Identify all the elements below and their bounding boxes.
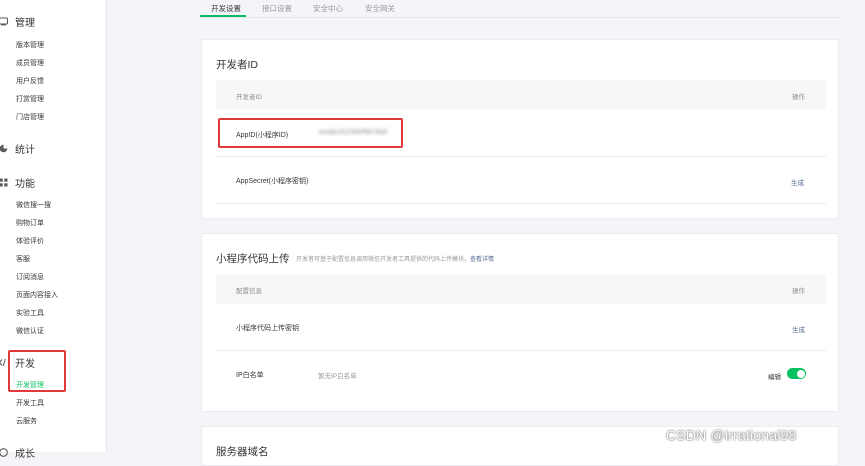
sidebar-group-label: 成长 bbox=[15, 449, 35, 460]
sidebar-item-wechat-verify[interactable]: 微信认证 bbox=[16, 327, 44, 336]
chart-pie-icon bbox=[0, 144, 8, 153]
manage-icon bbox=[0, 17, 8, 26]
tab-dev-settings[interactable]: 开发设置 bbox=[211, 3, 241, 14]
sidebar-group-label: 统计 bbox=[15, 145, 35, 156]
card-description: 开发者可基于配置信息调用微信开发者工具提供的代码上传模块。查看详情 bbox=[296, 254, 494, 263]
sidebar-item-subscribe-msg[interactable]: 订阅消息 bbox=[16, 273, 44, 282]
table-row-upload-key: 小程序代码上传密钥 生成 bbox=[216, 304, 826, 351]
ip-whitelist-toggle[interactable] bbox=[787, 368, 806, 379]
sidebar-item-reward[interactable]: 打赏管理 bbox=[16, 95, 44, 104]
sidebar-item-feedback[interactable]: 用户反馈 bbox=[16, 77, 44, 86]
ip-whitelist-value: 暂无IP白名单 bbox=[318, 373, 357, 380]
appsecret-label: AppSecret(小程序密钥) bbox=[236, 178, 309, 185]
grid-icon bbox=[0, 178, 8, 187]
upload-key-label: 小程序代码上传密钥 bbox=[236, 325, 299, 332]
view-details-link[interactable]: 查看详情 bbox=[470, 257, 494, 263]
sidebar-item-customer-service[interactable]: 客服 bbox=[16, 255, 30, 264]
table-row-appsecret: AppSecret(小程序密钥) 生成 bbox=[216, 157, 826, 204]
edit-ip-link[interactable]: 编辑 bbox=[768, 371, 781, 381]
highlight-box-appid bbox=[218, 118, 403, 148]
sidebar: 管理 版本管理 成员管理 用户反馈 打赏管理 门店管理 统计 功能 微信搜一搜 … bbox=[0, 0, 107, 460]
sidebar-item-orders[interactable]: 购物订单 bbox=[16, 219, 44, 228]
tab-interface-settings[interactable]: 接口设置 bbox=[262, 3, 292, 14]
sidebar-group-growth[interactable]: 成长 bbox=[0, 445, 35, 460]
tab-security-gateway[interactable]: 安全网关 bbox=[365, 3, 395, 14]
column-header: 操作 bbox=[792, 288, 805, 295]
growth-icon bbox=[0, 448, 8, 457]
sidebar-item-dev-tools[interactable]: 开发工具 bbox=[16, 399, 44, 408]
card-title: 开发者ID bbox=[216, 59, 258, 71]
column-header: 操作 bbox=[792, 94, 805, 101]
column-header: 开发者ID bbox=[236, 94, 262, 101]
sidebar-item-members[interactable]: 成员管理 bbox=[16, 59, 44, 68]
sidebar-item-wechat-search[interactable]: 微信搜一搜 bbox=[16, 201, 51, 210]
sidebar-item-version[interactable]: 版本管理 bbox=[16, 41, 44, 50]
generate-key-link[interactable]: 生成 bbox=[792, 324, 805, 334]
table-header: 开发者ID 操作 bbox=[216, 80, 826, 110]
highlight-box-develop bbox=[8, 350, 66, 392]
sidebar-item-experiment-tools[interactable]: 实验工具 bbox=[16, 309, 44, 318]
card-title: 小程序代码上传 bbox=[216, 253, 290, 265]
table-row-ip-whitelist: IP白名单 暂无IP白名单 编辑 bbox=[216, 351, 826, 399]
watermark-text: CSDN @irrational98 bbox=[666, 427, 797, 443]
tab-bar: 开发设置 接口设置 安全中心 安全网关 bbox=[200, 0, 840, 18]
sidebar-item-page-content[interactable]: 页面内容接入 bbox=[16, 291, 58, 300]
active-tab-indicator bbox=[200, 15, 246, 17]
code-upload-card: 小程序代码上传 开发者可基于配置信息调用微信开发者工具提供的代码上传模块。查看详… bbox=[201, 233, 839, 412]
toggle-knob bbox=[796, 369, 805, 378]
sidebar-item-store[interactable]: 门店管理 bbox=[16, 113, 44, 122]
generate-secret-link[interactable]: 生成 bbox=[791, 177, 804, 187]
ip-whitelist-label: IP白名单 bbox=[236, 372, 264, 379]
sidebar-group-manage[interactable]: 管理 bbox=[0, 14, 35, 29]
sidebar-group-stats[interactable]: 统计 bbox=[0, 141, 35, 156]
table-header: 配置信息 操作 bbox=[216, 274, 826, 304]
sidebar-group-label: 功能 bbox=[15, 179, 35, 190]
code-icon bbox=[0, 358, 8, 367]
sidebar-item-rating[interactable]: 体验评价 bbox=[16, 237, 44, 246]
description-text: 开发者可基于配置信息调用微信开发者工具提供的代码上传模块。 bbox=[296, 257, 471, 263]
sidebar-group-features[interactable]: 功能 bbox=[0, 175, 35, 190]
sidebar-item-cloud[interactable]: 云服务 bbox=[16, 417, 37, 426]
sidebar-group-label: 管理 bbox=[15, 18, 35, 29]
tab-security-center[interactable]: 安全中心 bbox=[313, 3, 343, 14]
column-header: 配置信息 bbox=[236, 288, 262, 295]
